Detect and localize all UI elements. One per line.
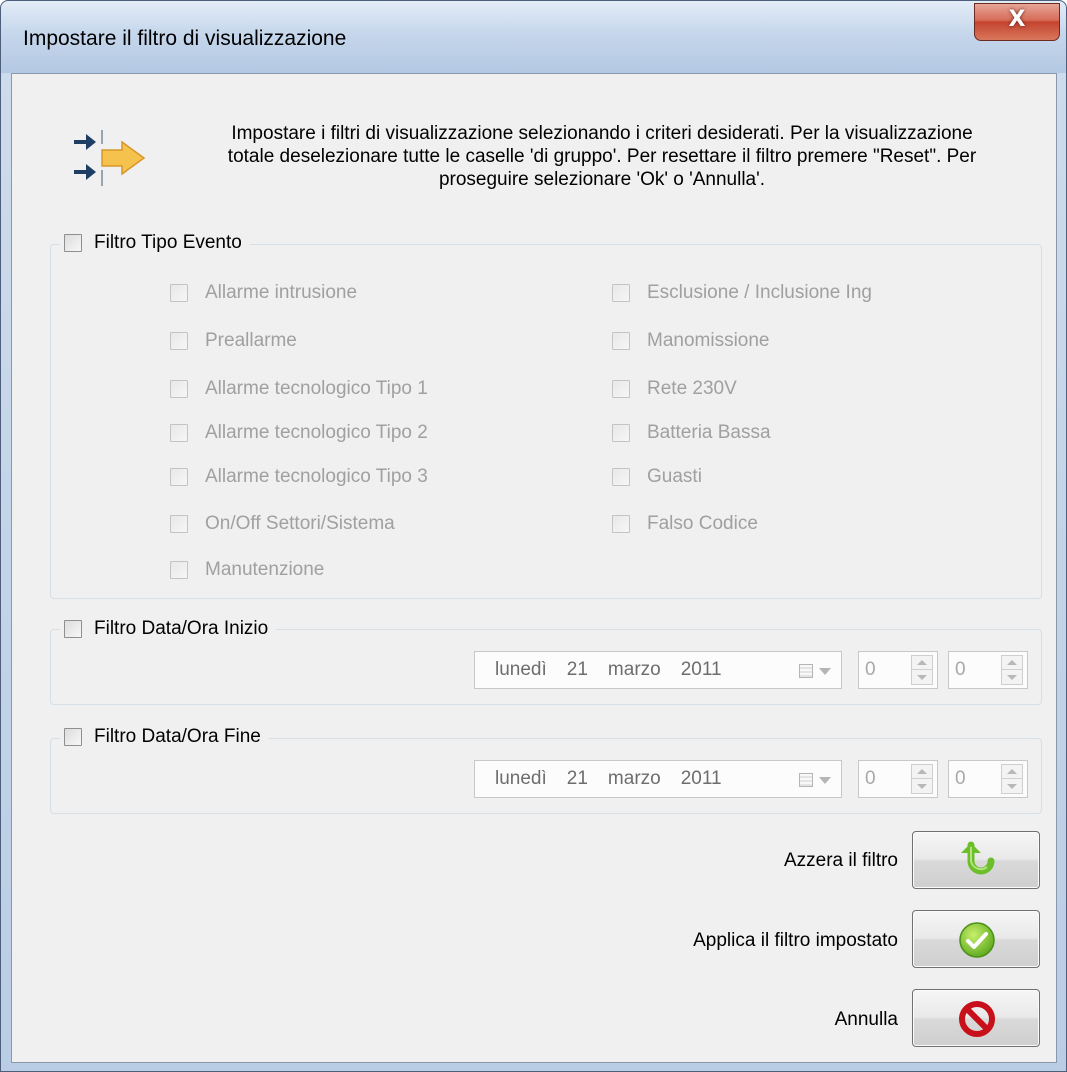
event-option[interactable]: Allarme intrusione [170,280,357,306]
apply-button[interactable] [912,910,1040,968]
instructions-line-3: proseguire selezionare 'Ok' o 'Annulla'. [438,169,766,190]
end-minute-spinner[interactable]: 0 [948,760,1028,798]
end-hour-value: 0 [865,768,876,789]
option-checkbox[interactable] [170,380,188,398]
cancel-label: Annulla [834,1009,898,1030]
option-checkbox[interactable] [612,284,630,302]
end-date-month: marzo [607,768,661,789]
option-label: Allarme tecnologico Tipo 3 [205,466,428,487]
end-date-day: 21 [566,768,588,789]
option-checkbox[interactable] [170,284,188,302]
start-minute-value: 0 [955,659,966,680]
instructions-line-1: Impostare i filtri di visualizzazione se… [231,123,973,144]
dialog-window: Impostare il filtro di visualizzazione X… [0,0,1067,1072]
option-label: Guasti [647,466,702,487]
reset-button[interactable] [912,831,1040,889]
no-entry-icon [959,1001,995,1037]
spinner-arrows-icon[interactable] [911,655,933,685]
option-label: Batteria Bassa [647,422,771,443]
end-minute-value: 0 [955,768,966,789]
event-filter-header: Filtro Tipo Evento [60,232,250,254]
dialog-body: Impostare i filtri di visualizzazione se… [11,73,1057,1063]
event-option[interactable]: Preallarme [170,328,297,354]
event-option[interactable]: Guasti [612,464,702,490]
event-option[interactable]: Rete 230V [612,376,737,402]
start-filter-checkbox[interactable] [64,620,82,638]
event-option[interactable]: Manutenzione [170,557,324,583]
option-label: On/Off Settori/Sistema [205,513,395,534]
window-title: Impostare il filtro di visualizzazione [23,27,347,50]
spinner-arrows-icon[interactable] [911,764,933,794]
event-option[interactable]: Falso Codice [612,511,758,537]
end-date-picker[interactable]: lunedì 21 marzo 2011 [474,760,842,798]
option-checkbox[interactable] [612,468,630,486]
checkmark-icon [959,922,995,958]
instructions-text: Impostare i filtri di visualizzazione se… [172,122,1032,191]
start-filter-header: Filtro Data/Ora Inizio [60,618,277,640]
event-filter-label: Filtro Tipo Evento [94,232,242,253]
start-hour-spinner[interactable]: 0 [858,651,938,689]
option-label: Allarme intrusione [205,282,358,303]
event-option[interactable]: Allarme tecnologico Tipo 3 [170,464,428,490]
end-date-weekday: lunedì [495,768,547,789]
event-option[interactable]: Esclusione / Inclusione Ing [612,280,872,306]
reset-arrow-icon [961,841,995,875]
option-label: Allarme tecnologico Tipo 2 [205,422,428,443]
event-option[interactable]: Allarme tecnologico Tipo 1 [170,376,428,402]
apply-label: Applica il filtro impostato [693,930,898,951]
start-date-dropdown[interactable] [799,661,833,681]
option-checkbox[interactable] [170,515,188,533]
start-date-day: 21 [566,659,588,680]
close-icon: X [1008,7,1026,32]
end-date-dropdown[interactable] [799,770,833,790]
option-checkbox[interactable] [170,468,188,486]
option-checkbox[interactable] [612,332,630,350]
instructions-line-2: totale deselezionare tutte le caselle 'd… [227,146,977,167]
end-filter-header: Filtro Data/Ora Fine [60,726,269,748]
option-checkbox[interactable] [612,515,630,533]
option-checkbox[interactable] [612,424,630,442]
start-hour-value: 0 [865,659,876,680]
option-label: Manomissione [647,330,770,351]
cancel-button[interactable] [912,989,1040,1047]
event-option[interactable]: Manomissione [612,328,770,354]
option-checkbox[interactable] [170,332,188,350]
start-minute-spinner[interactable]: 0 [948,651,1028,689]
option-label: Manutenzione [205,559,325,580]
reset-label: Azzera il filtro [783,850,898,871]
start-date-month: marzo [607,659,661,680]
chevron-down-icon [819,776,831,784]
calendar-icon [799,773,813,787]
option-label: Esclusione / Inclusione Ing [647,282,872,303]
option-label: Allarme tecnologico Tipo 1 [205,378,428,399]
start-filter-label: Filtro Data/Ora Inizio [94,618,269,639]
option-checkbox[interactable] [612,380,630,398]
filter-arrows-icon [74,130,146,186]
option-checkbox[interactable] [170,424,188,442]
chevron-down-icon [819,667,831,675]
start-date-year: 2011 [680,659,722,680]
spinner-arrows-icon[interactable] [1001,764,1023,794]
event-option[interactable]: On/Off Settori/Sistema [170,511,395,537]
event-option[interactable]: Allarme tecnologico Tipo 2 [170,420,428,446]
end-date-year: 2011 [680,768,722,789]
option-label: Preallarme [205,330,297,351]
end-filter-label: Filtro Data/Ora Fine [94,726,261,747]
end-filter-checkbox[interactable] [64,728,82,746]
option-label: Rete 230V [647,378,737,399]
option-label: Falso Codice [647,513,758,534]
start-date-picker[interactable]: lunedì 21 marzo 2011 [474,651,842,689]
event-option[interactable]: Batteria Bassa [612,420,771,446]
spinner-arrows-icon[interactable] [1001,655,1023,685]
calendar-icon [799,664,813,678]
option-checkbox[interactable] [170,561,188,579]
title-bar[interactable]: Impostare il filtro di visualizzazione X [1,1,1066,73]
event-filter-checkbox[interactable] [64,234,82,252]
end-hour-spinner[interactable]: 0 [858,760,938,798]
start-date-weekday: lunedì [495,659,547,680]
close-button[interactable]: X [974,3,1060,41]
